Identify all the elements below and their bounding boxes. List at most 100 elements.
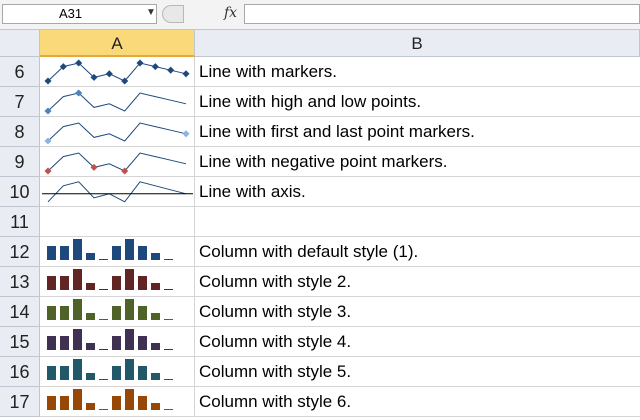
row-header[interactable]: 10 [0,177,40,207]
sparkline-bar [125,299,134,320]
sparkline-bar [112,246,121,260]
sparkline-bar [60,396,69,410]
column-header-a[interactable]: A [40,30,195,57]
sparkline-column-style-2 [47,269,173,290]
sparkline-bar [151,403,160,410]
sparkline-bar [138,336,147,350]
sparkline-bar [47,306,56,320]
sparkline-bar [99,379,108,380]
sparkline-cell[interactable] [40,117,195,147]
sheet-row: 16 Column with style 5. [0,357,640,387]
column-header-b[interactable]: B [195,30,640,57]
sparkline-marker [167,66,175,74]
sparkline-bar [47,276,56,290]
description-cell[interactable]: Column with style 5. [195,357,640,387]
sparkline-bar [47,366,56,380]
row-header[interactable]: 15 [0,327,40,357]
sparkline-cell[interactable] [40,57,195,87]
sparkline-bar [60,276,69,290]
sparkline-bar [125,239,134,260]
sheet-row: 8 Line with first and last point markers… [0,117,640,147]
sheet-row: 15 Column with style 4. [0,327,640,357]
sparkline-bar [73,299,82,320]
formula-bar-splitter[interactable] [162,5,184,23]
row-header[interactable]: 12 [0,237,40,267]
empty-cell[interactable] [40,207,195,237]
sparkline-bar [125,389,134,410]
sparkline-marker [182,70,190,78]
sparkline-cell[interactable] [40,87,195,117]
description-cell[interactable]: Line with high and low points. [195,87,640,117]
sparkline-path [47,181,187,203]
row-header[interactable]: 11 [0,207,40,237]
sparkline-path [47,62,187,82]
description-cell[interactable]: Column with default style (1). [195,237,640,267]
sparkline-path [47,122,187,142]
sparkline-bar [73,359,82,380]
description-cell[interactable]: Column with style 4. [195,327,640,357]
sparkline-line-high-low [44,89,187,115]
sparkline-bar [99,289,108,290]
description-cell[interactable]: Line with negative point markers. [195,147,640,177]
description-cell[interactable]: Column with style 6. [195,387,640,417]
sheet-row: 10 Line with axis. [0,177,640,207]
sparkline-bar [138,276,147,290]
description-cell[interactable]: Line with markers. [195,57,640,87]
row-header[interactable]: 13 [0,267,40,297]
sparkline-bar [125,329,134,350]
sparkline-bar [86,373,95,380]
sparkline-cell[interactable] [40,177,195,207]
sheet-row: 12 Column with default style (1). [0,237,640,267]
sparkline-bar [138,396,147,410]
sparkline-bar [138,366,147,380]
description-cell[interactable]: Column with style 3. [195,297,640,327]
sparkline-bar [99,259,108,260]
sparkline-bar [164,289,173,290]
sparkline-bar [125,359,134,380]
description-cell[interactable]: Column with style 2. [195,267,640,297]
name-box-dropdown-icon[interactable]: ▼ [146,7,156,18]
select-all-corner[interactable] [0,30,40,57]
description-cell[interactable] [195,207,640,237]
row-header[interactable]: 8 [0,117,40,147]
sparkline-bar [164,319,173,320]
sparkline-bar [151,373,160,380]
sparkline-marker [151,63,159,71]
sparkline-cell[interactable] [40,147,195,177]
row-header[interactable]: 6 [0,57,40,87]
sheet-row: 13 Column with style 2. [0,267,640,297]
sparkline-bar [125,269,134,290]
formula-input[interactable] [244,4,640,24]
sparkline-bar [138,246,147,260]
description-cell[interactable]: Line with first and last point markers. [195,117,640,147]
sparkline-bar [60,336,69,350]
sparkline-cell[interactable] [40,357,195,387]
sparkline-bar [86,343,95,350]
sparkline-bar [86,403,95,410]
sheet-row: 11 [0,207,640,237]
sparkline-line-axis [42,181,193,203]
sparkline-cell[interactable] [40,327,195,357]
sparkline-bar [60,306,69,320]
sheet-row: 17 Column with style 6. [0,387,640,417]
sparkline-cell[interactable] [40,297,195,327]
insert-function-icon[interactable]: fx [224,5,237,21]
sparkline-column-style-5 [47,359,173,380]
sparkline-cell[interactable] [40,237,195,267]
row-header[interactable]: 17 [0,387,40,417]
sparkline-bar [151,283,160,290]
sparkline-line-first-last [44,122,190,145]
sparkline-marker [182,130,190,138]
name-box[interactable]: A31 [2,4,157,24]
row-header[interactable]: 9 [0,147,40,177]
sparkline-cell[interactable] [40,387,195,417]
row-header[interactable]: 7 [0,87,40,117]
sparkline-bar [99,349,108,350]
sparkline-cell[interactable] [40,267,195,297]
sparkline-bar [73,269,82,290]
sparkline-bar [164,409,173,410]
row-header[interactable]: 14 [0,297,40,327]
sparkline-bar [164,259,173,260]
description-cell[interactable]: Line with axis. [195,177,640,207]
row-header[interactable]: 16 [0,357,40,387]
